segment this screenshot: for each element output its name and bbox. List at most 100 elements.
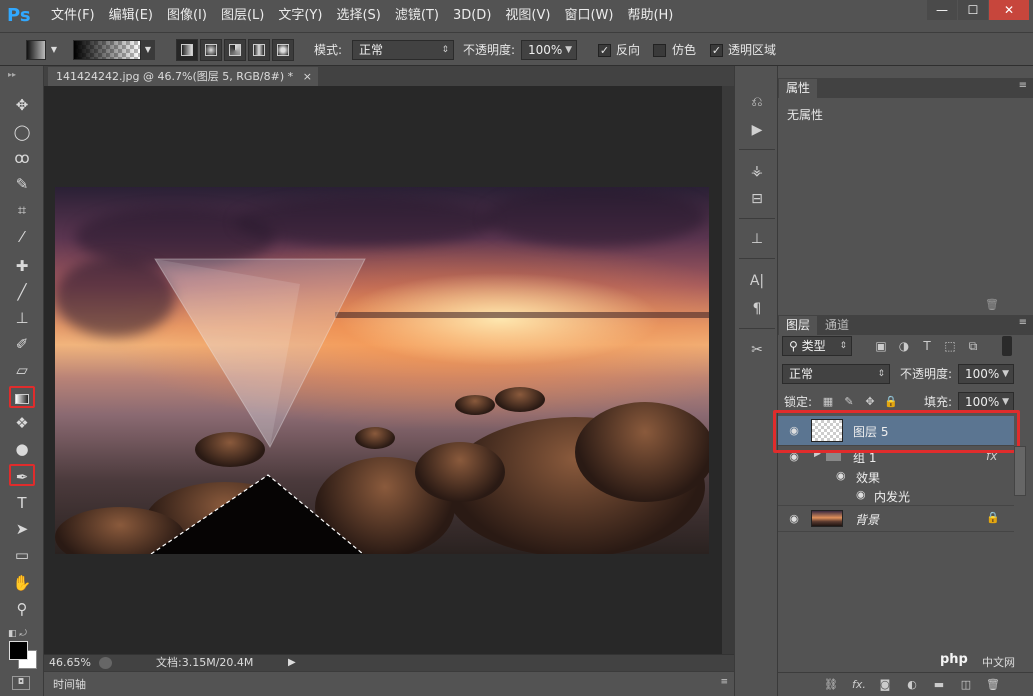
menu-3d[interactable]: 3D(D) xyxy=(446,0,498,32)
timeline-label[interactable]: 时间轴 xyxy=(53,676,86,692)
move-tool-icon[interactable]: ✥ xyxy=(9,94,35,116)
filter-pixel-icon[interactable]: ▣ xyxy=(872,336,890,356)
mode-select[interactable]: 正常 ⇕ xyxy=(352,40,454,60)
dodge-tool-icon[interactable]: ● xyxy=(9,438,35,460)
minimize-button[interactable]: — xyxy=(927,0,957,20)
gradient-picker[interactable] xyxy=(73,40,141,60)
filter-type-icon[interactable]: T xyxy=(918,336,936,356)
document-tab[interactable]: 141424242.jpg @ 46.7%(图层 5, RGB/8#) * × xyxy=(48,67,318,86)
zoom-level[interactable]: 46.65% xyxy=(49,655,91,671)
menu-filter[interactable]: 滤镜(T) xyxy=(388,0,446,32)
fill-input[interactable]: 100% ▼ xyxy=(958,392,1014,412)
add-mask-icon[interactable]: ◙ xyxy=(876,677,894,693)
history-brush-tool-icon[interactable]: ✐ xyxy=(9,333,35,355)
menu-file[interactable]: 文件(F) xyxy=(44,0,102,32)
rectangle-tool-icon[interactable]: ▭ xyxy=(9,544,35,566)
eye-icon[interactable]: ◉ xyxy=(856,488,866,501)
lock-position-icon[interactable]: ✥ xyxy=(862,394,878,410)
quick-select-tool-icon[interactable]: ✎ xyxy=(9,173,35,195)
brush-presets-icon[interactable]: ⚶ xyxy=(746,160,768,182)
menu-window[interactable]: 窗口(W) xyxy=(557,0,620,32)
diamond-gradient-button[interactable] xyxy=(272,39,294,61)
status-info-icon[interactable] xyxy=(99,657,112,669)
filter-adjustment-icon[interactable]: ◑ xyxy=(895,336,913,356)
quick-mask-icon[interactable]: ◘ xyxy=(12,676,30,690)
gradient-tool-icon[interactable] xyxy=(9,386,35,408)
blend-mode-select[interactable]: 正常 ⇕ xyxy=(782,364,890,384)
foreground-color-swatch[interactable] xyxy=(9,641,28,660)
eyedropper-tool-icon[interactable]: ⁄ xyxy=(9,226,35,248)
angle-gradient-button[interactable] xyxy=(224,39,246,61)
panel-grip-icon[interactable]: ▸▸ xyxy=(8,70,16,79)
effects-row[interactable]: ◉ 效果 xyxy=(778,468,1014,487)
eraser-tool-icon[interactable]: ▱ xyxy=(9,359,35,381)
eye-icon[interactable]: ◉ xyxy=(836,469,846,482)
lock-all-icon[interactable]: 🔒 xyxy=(883,394,899,410)
transparency-checkbox[interactable]: ✓ xyxy=(710,44,723,57)
adjustments-icon[interactable]: ⊟ xyxy=(746,188,768,210)
canvas-area[interactable] xyxy=(44,86,722,654)
layer-name[interactable]: 背景 xyxy=(855,511,879,528)
filter-toggle-icon[interactable] xyxy=(1002,336,1012,356)
menu-image[interactable]: 图像(I) xyxy=(160,0,214,32)
tab-layers[interactable]: 图层 xyxy=(779,316,818,335)
brush-tool-icon[interactable]: ╱ xyxy=(9,281,35,303)
layer-row-background[interactable]: ◉ 背景 🔒 xyxy=(778,506,1014,532)
menu-edit[interactable]: 编辑(E) xyxy=(102,0,160,32)
panel-menu-icon[interactable]: ≡ xyxy=(1019,317,1027,328)
filter-smart-object-icon[interactable]: ⧉ xyxy=(964,336,982,356)
reflected-gradient-button[interactable] xyxy=(248,39,270,61)
opacity-input[interactable]: 100% ▼ xyxy=(521,40,577,60)
chevron-down-icon[interactable]: ▼ xyxy=(48,40,60,60)
tab-channels[interactable]: 通道 xyxy=(818,316,856,335)
lock-image-icon[interactable]: ✎ xyxy=(841,394,857,410)
zoom-tool-icon[interactable]: ⚲ xyxy=(9,598,35,620)
radial-gradient-button[interactable] xyxy=(200,39,222,61)
menu-type[interactable]: 文字(Y) xyxy=(271,0,329,32)
blur-tool-icon[interactable]: ❖ xyxy=(9,412,35,434)
menu-layer[interactable]: 图层(L) xyxy=(214,0,271,32)
menu-view[interactable]: 视图(V) xyxy=(498,0,557,32)
crop-tool-icon[interactable]: ⌗ xyxy=(9,199,35,221)
history-icon[interactable]: ⎌ xyxy=(746,91,768,113)
link-layers-icon[interactable]: ⛓ xyxy=(822,677,840,693)
restore-button[interactable]: ☐ xyxy=(958,0,988,20)
play-icon[interactable]: ▶ xyxy=(288,655,296,671)
layer-opacity-input[interactable]: 100% ▼ xyxy=(958,364,1014,384)
healing-brush-tool-icon[interactable]: ✚ xyxy=(9,255,35,277)
layers-scrollbar[interactable] xyxy=(1014,446,1026,496)
close-icon[interactable]: × xyxy=(303,67,312,86)
panel-menu-icon[interactable]: ≡ xyxy=(720,677,728,687)
menu-select[interactable]: 选择(S) xyxy=(329,0,387,32)
gradient-tool-preset-icon[interactable] xyxy=(26,40,46,60)
linear-gradient-button[interactable] xyxy=(176,39,198,61)
filter-shape-icon[interactable]: ⬚ xyxy=(941,336,959,356)
panel-menu-icon[interactable]: ≡ xyxy=(1019,80,1027,91)
delete-layer-icon[interactable]: 🗑 xyxy=(984,677,1002,693)
eye-icon[interactable]: ◉ xyxy=(786,512,802,525)
pen-tool-icon[interactable]: ✒ xyxy=(9,464,35,486)
lock-transparent-icon[interactable]: ▦ xyxy=(820,394,836,410)
filter-kind-select[interactable]: ⚲ 类型 ⇕ xyxy=(782,336,852,356)
marquee-tool-icon[interactable]: ◯ xyxy=(9,121,35,143)
chevron-down-icon[interactable]: ▼ xyxy=(141,40,155,60)
tool-presets-icon[interactable]: ✂ xyxy=(746,339,768,361)
new-group-icon[interactable]: ▬ xyxy=(930,677,948,693)
timeline-panel-bar[interactable]: 时间轴 ≡ xyxy=(44,671,734,696)
default-colors-icon[interactable]: ◧ ⤾ xyxy=(8,629,27,639)
close-button[interactable]: ✕ xyxy=(989,0,1029,20)
fx-icon[interactable]: fx. xyxy=(850,677,868,693)
tab-properties[interactable]: 属性 xyxy=(779,79,818,98)
canvas-image[interactable] xyxy=(55,187,709,554)
reverse-checkbox[interactable]: ✓ xyxy=(598,44,611,57)
lasso-tool-icon[interactable]: ꝏ xyxy=(9,147,35,169)
adjustment-layer-icon[interactable]: ◐ xyxy=(903,677,921,693)
dither-checkbox[interactable] xyxy=(653,44,666,57)
trash-icon[interactable]: 🗑 xyxy=(985,298,999,311)
type-tool-icon[interactable]: T xyxy=(9,492,35,514)
character-icon[interactable]: A| xyxy=(746,270,768,292)
clone-source-icon[interactable]: ⊥ xyxy=(746,228,768,250)
vertical-scrollbar[interactable] xyxy=(722,86,734,654)
actions-play-icon[interactable]: ▶ xyxy=(746,119,768,141)
hand-tool-icon[interactable]: ✋ xyxy=(9,572,35,594)
